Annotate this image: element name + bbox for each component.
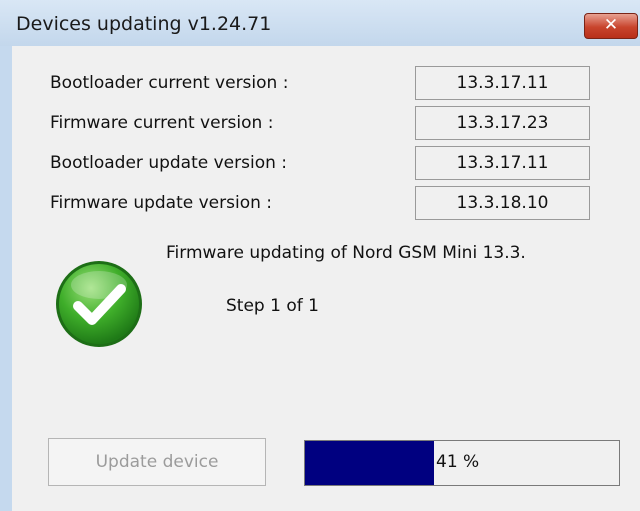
update-device-button[interactable]: Update device bbox=[48, 438, 266, 486]
window-title: Devices updating v1.24.71 bbox=[16, 13, 272, 35]
firmware-update-label: Firmware update version : bbox=[50, 193, 273, 213]
bootloader-update-value: 13.3.17.11 bbox=[415, 146, 590, 180]
close-button[interactable]: ✕ bbox=[584, 13, 638, 39]
progress-fill bbox=[305, 441, 434, 485]
dialog-window: Devices updating v1.24.71 ✕ Bootloader c… bbox=[0, 0, 640, 511]
firmware-current-value: 13.3.17.23 bbox=[415, 106, 590, 140]
bootloader-update-label: Bootloader update version : bbox=[50, 153, 288, 173]
bootloader-current-value: 13.3.17.11 bbox=[415, 66, 590, 100]
bootloader-current-label: Bootloader current version : bbox=[50, 73, 289, 93]
progress-percent: 41 % bbox=[436, 452, 480, 472]
close-icon: ✕ bbox=[603, 15, 619, 35]
firmware-current-label: Firmware current version : bbox=[50, 113, 274, 133]
status-message: Firmware updating of Nord GSM Mini 13.3. bbox=[166, 243, 526, 263]
check-circle-icon bbox=[56, 261, 142, 347]
firmware-update-value: 13.3.18.10 bbox=[415, 186, 590, 220]
dialog-body: Bootloader current version : 13.3.17.11 … bbox=[12, 46, 640, 511]
progress-bar: 41 % bbox=[304, 440, 620, 486]
step-indicator: Step 1 of 1 bbox=[226, 296, 319, 316]
title-bar[interactable]: Devices updating v1.24.71 ✕ bbox=[0, 0, 640, 46]
